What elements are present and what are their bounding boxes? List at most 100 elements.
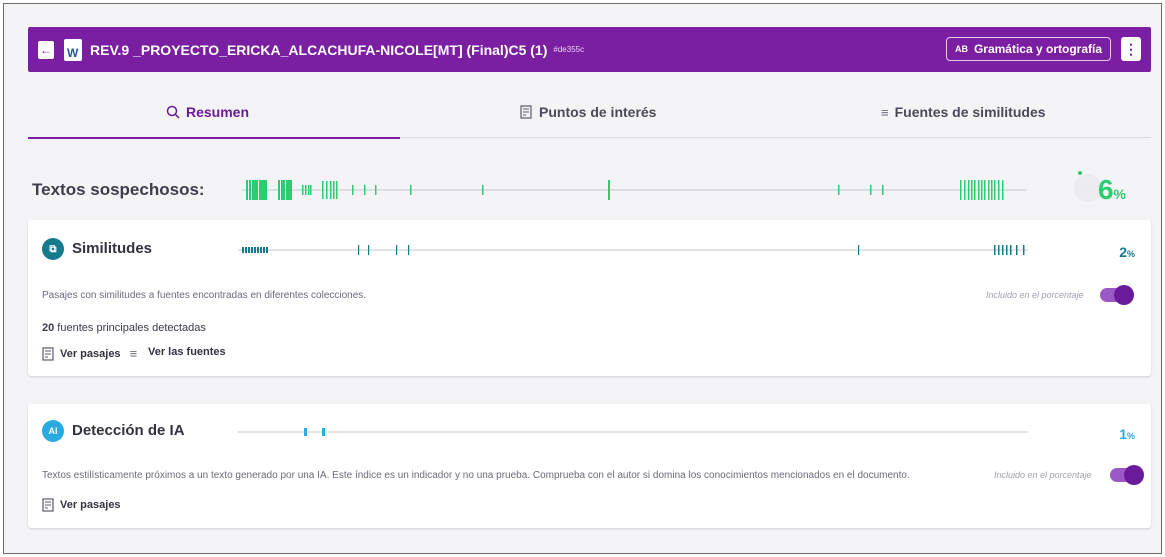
passage-marker[interactable] <box>288 180 290 200</box>
passage-marker[interactable] <box>1010 245 1012 255</box>
passage-marker[interactable] <box>988 180 990 200</box>
passage-marker[interactable] <box>838 185 840 195</box>
passage-marker[interactable] <box>326 181 328 199</box>
passage-marker[interactable] <box>994 245 996 255</box>
passage-marker[interactable] <box>286 180 288 200</box>
view-sources-label: Ver las fuentes <box>148 346 226 358</box>
ai-included-toggle[interactable] <box>1110 465 1144 485</box>
passage-marker[interactable] <box>259 180 261 200</box>
ai-view-passages-link[interactable]: Ver pasajes <box>42 498 121 512</box>
passage-marker[interactable] <box>998 180 1000 200</box>
back-button[interactable]: ← <box>38 40 54 59</box>
passage-marker[interactable] <box>964 180 966 200</box>
passage-marker[interactable] <box>265 180 267 200</box>
passage-marker[interactable] <box>310 185 312 195</box>
ai-detection-card: AI Detección de IA 1% Textos estilística… <box>28 404 1151 528</box>
passage-marker[interactable] <box>290 180 292 200</box>
passage-marker[interactable] <box>960 180 962 200</box>
passage-marker[interactable] <box>336 181 338 199</box>
passage-marker[interactable] <box>984 180 986 200</box>
passage-marker[interactable] <box>1006 245 1008 255</box>
passage-marker[interactable] <box>263 247 265 253</box>
similarities-included-toggle[interactable] <box>1100 285 1134 305</box>
passage-marker[interactable] <box>1023 245 1025 255</box>
passage-marker[interactable] <box>352 185 354 195</box>
passage-marker[interactable] <box>333 181 335 199</box>
passage-marker[interactable] <box>278 180 280 200</box>
tab-bar: Resumen Puntos de interés ≡ Fuentes de s… <box>28 94 1151 139</box>
passage-marker[interactable] <box>283 180 285 200</box>
passage-marker[interactable] <box>1016 245 1018 255</box>
passage-marker[interactable] <box>968 180 970 200</box>
passage-marker[interactable] <box>322 181 324 199</box>
ai-detection-percent: 1% <box>1119 426 1135 442</box>
document-title: REV.9 _PROYECTO_ERICKA_ALCACHUFA-NICOLE[… <box>90 41 548 58</box>
passage-marker[interactable] <box>858 245 860 255</box>
view-sources-link[interactable]: Ver las fuentes <box>148 346 226 358</box>
passage-marker[interactable] <box>248 247 250 253</box>
similarities-percent: 2% <box>1119 244 1135 260</box>
view-passages-label: Ver pasajes <box>60 347 121 360</box>
spellcheck-icon: AB <box>954 44 968 54</box>
passage-marker[interactable] <box>1002 180 1004 200</box>
passage-marker[interactable] <box>981 180 983 200</box>
passage-marker[interactable] <box>260 247 262 253</box>
list-icon: ≡ <box>129 346 138 361</box>
passage-marker[interactable] <box>308 185 310 195</box>
similarities-included-label: Incluido en el porcentaje <box>986 290 1084 300</box>
passage-marker[interactable] <box>256 180 258 200</box>
passage-marker[interactable] <box>330 181 332 199</box>
passage-marker[interactable] <box>252 180 254 200</box>
passage-marker[interactable] <box>322 428 325 436</box>
passage-marker[interactable] <box>266 247 268 253</box>
passage-marker[interactable] <box>251 247 253 253</box>
passage-marker[interactable] <box>1002 245 1004 255</box>
passage-marker[interactable] <box>246 180 248 200</box>
passage-marker[interactable] <box>978 180 980 200</box>
suspicious-texts-track[interactable] <box>242 174 1032 206</box>
list-icon: ≡ <box>881 104 889 120</box>
passage-marker[interactable] <box>249 180 251 200</box>
ai-detection-track[interactable] <box>238 422 1028 442</box>
grammar-button[interactable]: AB Gramática y ortografía <box>945 37 1111 61</box>
more-options-button[interactable]: ⋮ <box>1121 37 1141 61</box>
passage-marker[interactable] <box>991 180 993 200</box>
passage-marker[interactable] <box>482 185 484 195</box>
tab-resumen[interactable]: Resumen <box>166 104 249 120</box>
view-passages-link[interactable]: Ver pasajes ≡ <box>42 346 137 361</box>
passage-marker[interactable] <box>257 247 259 253</box>
passage-marker[interactable] <box>410 185 412 195</box>
passage-marker[interactable] <box>245 247 247 253</box>
passage-marker[interactable] <box>261 180 263 200</box>
passage-marker[interactable] <box>242 247 244 253</box>
passage-marker[interactable] <box>263 180 265 200</box>
passage-marker[interactable] <box>302 185 304 195</box>
passage-marker[interactable] <box>608 180 610 200</box>
tab-puntos-de-interes[interactable]: Puntos de interés <box>520 104 656 120</box>
passage-marker[interactable] <box>305 185 307 195</box>
passage-marker[interactable] <box>998 245 1000 255</box>
passage-marker[interactable] <box>254 180 256 200</box>
ai-chip-icon: AI <box>42 420 64 442</box>
similarities-track[interactable] <box>238 240 1028 260</box>
passage-marker[interactable] <box>358 245 360 255</box>
passage-marker[interactable] <box>870 185 872 195</box>
passage-marker[interactable] <box>882 185 884 195</box>
passage-marker[interactable] <box>281 180 283 200</box>
similarities-description: Pasajes con similitudes a fuentes encont… <box>42 290 367 301</box>
passage-marker[interactable] <box>971 180 973 200</box>
passage-marker[interactable] <box>974 180 976 200</box>
passage-marker[interactable] <box>368 245 370 255</box>
passage-marker[interactable] <box>396 245 398 255</box>
active-tab-indicator <box>28 137 400 139</box>
suspicious-texts-label: Textos sospechosos: <box>32 180 205 199</box>
passage-marker[interactable] <box>408 245 410 255</box>
magnifier-icon <box>166 105 180 119</box>
passage-marker[interactable] <box>364 185 366 195</box>
passage-marker[interactable] <box>254 247 256 253</box>
tab-fuentes-de-similitudes[interactable]: ≡ Fuentes de similitudes <box>881 104 1046 120</box>
similarities-card: ⧉ Similitudes 2% Pasajes con similitudes… <box>28 220 1151 376</box>
passage-marker[interactable] <box>375 185 377 195</box>
passage-marker[interactable] <box>304 428 307 436</box>
passage-marker[interactable] <box>994 180 996 200</box>
